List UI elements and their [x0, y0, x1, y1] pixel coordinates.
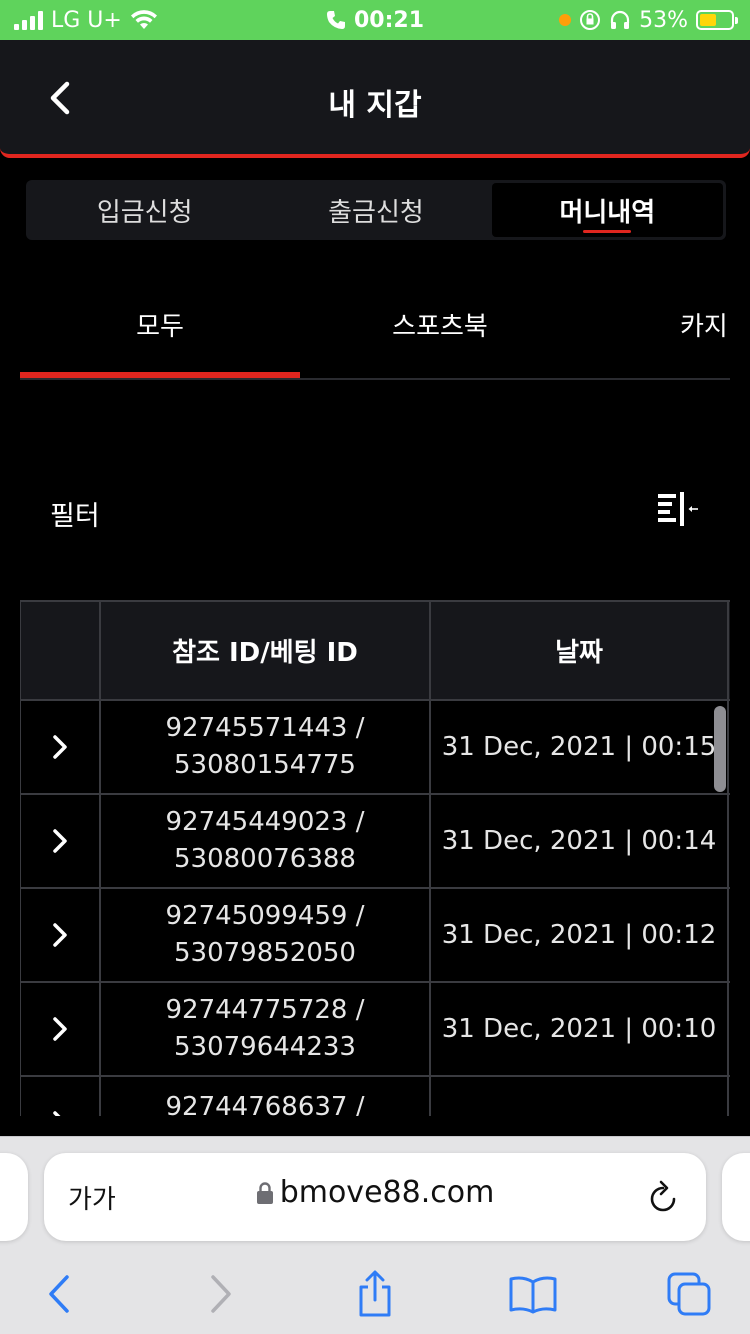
chevron-right-icon — [53, 1017, 67, 1041]
reference-id: 92745449023 / — [165, 807, 365, 837]
chevron-right-icon — [53, 923, 67, 947]
reload-icon[interactable] — [644, 1177, 682, 1217]
table-scrollbar[interactable] — [714, 706, 726, 792]
table-row[interactable]: 92745449023 / 53080076388 31 Dec, 2021 |… — [21, 795, 730, 889]
date-cell: 31 Dec, 2021 | 00:15 — [431, 701, 729, 793]
browser-forward-button[interactable] — [196, 1269, 246, 1319]
lock-icon — [256, 1181, 273, 1204]
url-display[interactable]: bmove88.com — [44, 1175, 706, 1210]
reference-id-cell: 92744775728 / 53079644233 — [101, 983, 431, 1075]
chevron-right-icon — [53, 735, 67, 759]
status-right: 53% — [559, 0, 738, 40]
address-bar[interactable]: 가가 bmove88.com — [44, 1153, 706, 1241]
reference-id: 92744775728 / — [165, 995, 365, 1025]
filter-toggle-icon[interactable] — [654, 490, 700, 530]
table-row[interactable]: 92745099459 / 53079852050 31 Dec, 2021 |… — [21, 889, 730, 983]
chevron-left-icon — [49, 1275, 69, 1313]
battery-icon — [696, 10, 738, 30]
money-history-table: 참조 ID/베팅 ID 날짜 92745571443 / 53080154775… — [20, 600, 730, 1116]
battery-percent: 53% — [639, 7, 688, 33]
tab-all[interactable]: 모두 — [20, 290, 300, 378]
tab-money-history[interactable]: 머니내역 — [491, 183, 723, 237]
tab-sportsbook[interactable]: 스포츠북 — [300, 290, 580, 378]
headphones-icon — [610, 10, 630, 29]
chevron-right-icon — [53, 829, 67, 853]
date-cell: 31 Dec, 2021 | 00:10 — [431, 983, 729, 1075]
bet-id: 53079852050 — [174, 938, 356, 968]
reference-id: 92745099459 / — [165, 901, 365, 931]
reference-id-cell: 92745099459 / 53079852050 — [101, 889, 431, 981]
chevron-right-icon — [53, 1111, 61, 1116]
table-row[interactable]: 92745571443 / 53080154775 31 Dec, 2021 |… — [21, 701, 730, 795]
reference-id-cell: 92745571443 / 53080154775 — [101, 701, 431, 793]
tabs-icon — [667, 1272, 711, 1316]
bookmarks-button[interactable] — [508, 1269, 558, 1319]
tab-withdrawal-request[interactable]: 출금신청 — [260, 183, 491, 237]
url-text: bmove88.com — [279, 1175, 495, 1210]
status-bar: LG U+ 00:21 53% — [0, 0, 750, 40]
bet-id: 53080076388 — [174, 844, 356, 874]
filter-label: 필터 — [50, 501, 100, 532]
table-header: 참조 ID/베팅 ID 날짜 — [21, 600, 730, 701]
phone-icon — [326, 11, 345, 29]
table-header-expand — [21, 602, 101, 699]
table-row[interactable]: 92744775728 / 53079644233 31 Dec, 2021 |… — [21, 983, 730, 1077]
bet-id: 53079644233 — [174, 1032, 356, 1062]
book-icon — [509, 1276, 557, 1314]
page-title: 내 지갑 — [328, 88, 422, 123]
tabs-button[interactable] — [664, 1269, 714, 1319]
table-row[interactable]: 92744768637 / — [21, 1077, 730, 1116]
expand-row-button[interactable] — [21, 889, 101, 981]
browser-nav-toolbar — [0, 1269, 750, 1329]
reference-id-cell: 92744768637 / — [101, 1077, 431, 1116]
expand-row-button[interactable] — [21, 795, 101, 887]
expand-row-button[interactable] — [21, 1077, 101, 1116]
share-button[interactable] — [350, 1269, 400, 1319]
app-header: 내 지갑 — [0, 40, 750, 158]
tab-casino[interactable]: 카지 — [680, 290, 730, 378]
reference-id: 92744768637 / — [165, 1092, 365, 1116]
orientation-lock-icon — [580, 10, 601, 30]
category-tabs: 모두 스포츠북 카지 — [20, 290, 730, 380]
date-cell — [431, 1077, 729, 1116]
browser-back-button[interactable] — [34, 1269, 84, 1319]
mic-indicator-icon — [559, 14, 572, 26]
wallet-segment-tabs: 입금신청 출금신청 머니내역 — [26, 180, 726, 240]
table-header-date: 날짜 — [431, 602, 729, 699]
tab-deposit-request[interactable]: 입금신청 — [29, 183, 260, 237]
previous-tab-preview[interactable] — [0, 1153, 28, 1241]
reference-id: 92745571443 / — [165, 713, 365, 743]
expand-row-button[interactable] — [21, 983, 101, 1075]
bet-id: 53080154775 — [174, 750, 356, 780]
chevron-right-icon — [211, 1275, 231, 1313]
browser-toolbar: 가가 bmove88.com — [0, 1136, 750, 1334]
date-cell: 31 Dec, 2021 | 00:14 — [431, 795, 729, 887]
table-header-reference-id: 참조 ID/베팅 ID — [101, 602, 431, 699]
next-tab-preview[interactable] — [722, 1153, 750, 1241]
share-icon — [359, 1270, 391, 1317]
clock: 00:21 — [353, 7, 425, 33]
reference-id-cell: 92745449023 / 53080076388 — [101, 795, 431, 887]
date-cell: 31 Dec, 2021 | 00:12 — [431, 889, 729, 981]
expand-row-button[interactable] — [21, 701, 101, 793]
active-tab-indicator — [20, 372, 300, 378]
